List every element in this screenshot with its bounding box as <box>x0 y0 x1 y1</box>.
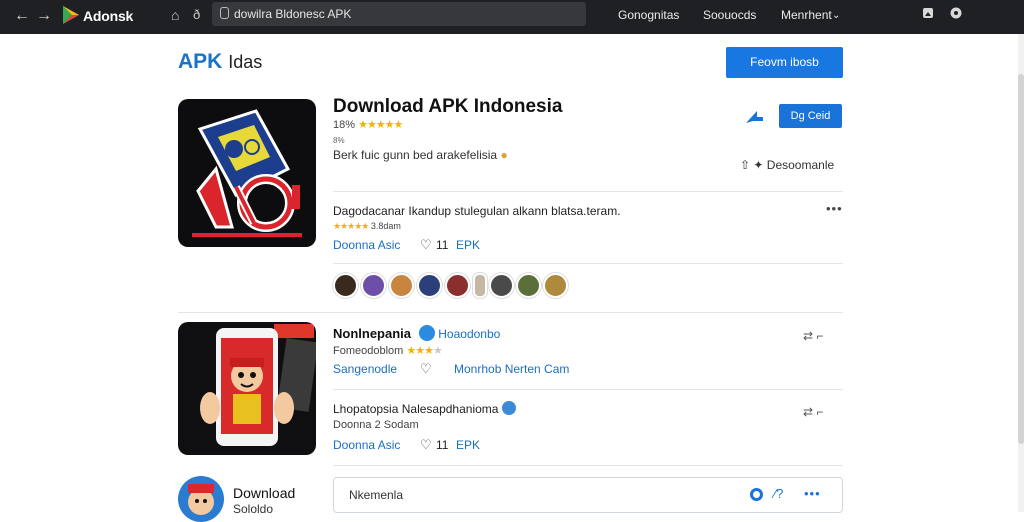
avatar[interactable] <box>489 273 514 298</box>
install-button[interactable]: Dg Ceid <box>779 104 842 128</box>
home-icon[interactable]: ⌂ <box>171 7 179 23</box>
app-2-row[interactable]: Lhopatopsia Nalesapdhanioma <box>333 401 516 416</box>
app-2-stars-icon: ★★★★ <box>406 345 442 357</box>
featured-app-title[interactable]: Download APK Indonesia <box>333 96 562 118</box>
bookmark-icon[interactable] <box>922 7 934 19</box>
search-input[interactable]: Nkemenla ⁄? ••• <box>333 477 843 513</box>
chevron-down-icon[interactable]: ⌄ <box>832 10 840 21</box>
featured-row-title[interactable]: Dagodacanar Ikandup stulegulan alkann bl… <box>333 204 621 218</box>
page-title-main: APK <box>178 50 223 73</box>
app-2-link-2[interactable]: Monrhob Nerten Cam <box>454 362 569 376</box>
app-art-2 <box>200 324 316 446</box>
scrollbar-thumb[interactable] <box>1018 74 1024 444</box>
more-options-icon[interactable]: ••• <box>826 201 843 216</box>
featured-rating: 18% ★★★★★ <box>333 118 403 131</box>
avatar[interactable] <box>445 273 470 298</box>
featured-description: Berk fuic gunn bed arakefelisia ● <box>333 148 508 162</box>
like-icon[interactable]: ♡ <box>420 361 432 377</box>
url-text[interactable]: dowilra Bldonesc APK <box>234 7 351 21</box>
app-title-2[interactable]: Nonlnepania Hoaodonbo <box>333 325 500 341</box>
globe-icon <box>501 401 516 415</box>
featured-row-link[interactable]: Doonna Asic <box>333 238 400 252</box>
top-link-1[interactable]: Gonognitas <box>618 8 679 22</box>
app-2-link[interactable]: Sangenodle <box>333 362 397 376</box>
featured-app-art <box>192 109 302 237</box>
emoji-icon: ● <box>500 148 508 162</box>
primary-action-button[interactable]: Feovm ibosb <box>726 47 843 78</box>
divider <box>333 191 843 192</box>
like-icon[interactable]: ♡ <box>420 437 432 453</box>
featured-row-tag[interactable]: EPK <box>456 238 480 252</box>
avatar[interactable] <box>417 273 442 298</box>
back-arrow-icon[interactable]: ← <box>14 6 30 26</box>
divider <box>333 389 843 390</box>
app-thumbnail-3[interactable] <box>178 476 224 522</box>
browser-toolbar: ← → Adonsk ⌂ ð dowilra Bldonesc APK Gono… <box>0 0 1024 34</box>
avatar[interactable] <box>543 273 568 298</box>
page-icon <box>220 7 229 19</box>
app-subtitle-3: Sololdo <box>233 502 274 516</box>
search-placeholder[interactable]: Nkemenla <box>349 488 403 502</box>
row-stars-icon: ★★★★★ <box>333 221 369 231</box>
top-link-2[interactable]: Soouocds <box>703 8 756 22</box>
verified-icon <box>418 325 435 341</box>
app-2-meta: Fomeodoblom ★★★★ <box>333 344 443 357</box>
featured-rating-text: 18% <box>333 119 356 131</box>
featured-row-rating: ★★★★★ 3.8dam <box>333 221 401 232</box>
featured-stars-icon: ★★★★★ <box>358 119 403 131</box>
app-thumbnail-2[interactable] <box>178 322 316 455</box>
divider <box>333 263 843 264</box>
app-2-row-link[interactable]: Doonna Asic <box>333 438 400 452</box>
share-arrow-icon[interactable] <box>743 105 767 127</box>
recommend-label: Desoomanle <box>766 158 835 172</box>
page-scrollbar[interactable] <box>1018 34 1024 512</box>
avatar[interactable] <box>333 273 358 298</box>
featured-row-count: 11 <box>436 238 449 252</box>
share-icon[interactable]: ⇄ ⌐ <box>803 405 823 419</box>
app-2-row-title[interactable]: Lhopatopsia Nalesapdhanioma <box>333 402 498 416</box>
site-info-icon[interactable]: ð <box>193 7 200 22</box>
address-bar[interactable]: dowilra Bldonesc APK <box>212 2 586 26</box>
app-art-3 <box>188 484 214 515</box>
record-icon[interactable] <box>750 488 763 501</box>
profile-icon[interactable] <box>950 7 962 19</box>
app-2-row-tag[interactable]: EPK <box>456 438 480 452</box>
recommend-icon: ⇧ ✦ <box>740 158 764 172</box>
verified-label[interactable]: Hoaodonbo <box>438 327 500 341</box>
divider <box>178 312 843 313</box>
share-icon[interactable]: ⇄ ⌐ <box>803 329 823 343</box>
featured-description-text: Berk fuic gunn bed arakefelisia <box>333 148 498 162</box>
forward-arrow-icon[interactable]: → <box>36 6 52 26</box>
avatar[interactable] <box>389 273 414 298</box>
featured-app-thumbnail[interactable] <box>178 99 316 247</box>
more-options-icon[interactable]: ••• <box>804 486 821 501</box>
avatar[interactable] <box>473 273 487 298</box>
app-title-3[interactable]: Download <box>233 485 295 501</box>
page-title: APK Idas <box>178 50 262 74</box>
link-icon[interactable]: ⁄? <box>774 486 783 501</box>
featured-row-rating-text: 3.8dam <box>370 221 401 231</box>
divider <box>333 465 843 466</box>
app-2-row-count: 11 <box>436 438 449 452</box>
recommend-row[interactable]: ⇧ ✦ Desoomanle <box>740 158 834 172</box>
top-link-3[interactable]: Menrhent <box>781 8 832 22</box>
app-title-2-text[interactable]: Nonlnepania <box>333 326 411 341</box>
app-2-meta-text: Fomeodoblom <box>333 345 404 357</box>
brand-name[interactable]: Adonsk <box>83 8 133 24</box>
avatar[interactable] <box>361 273 386 298</box>
page-title-sub: Idas <box>228 52 263 72</box>
app-2-row-meta: Doonna 2 Sodam <box>333 419 419 431</box>
avatar[interactable] <box>516 273 541 298</box>
play-logo-icon <box>63 6 79 24</box>
like-icon[interactable]: ♡ <box>420 237 432 253</box>
featured-small-meta: 8% <box>333 136 345 145</box>
